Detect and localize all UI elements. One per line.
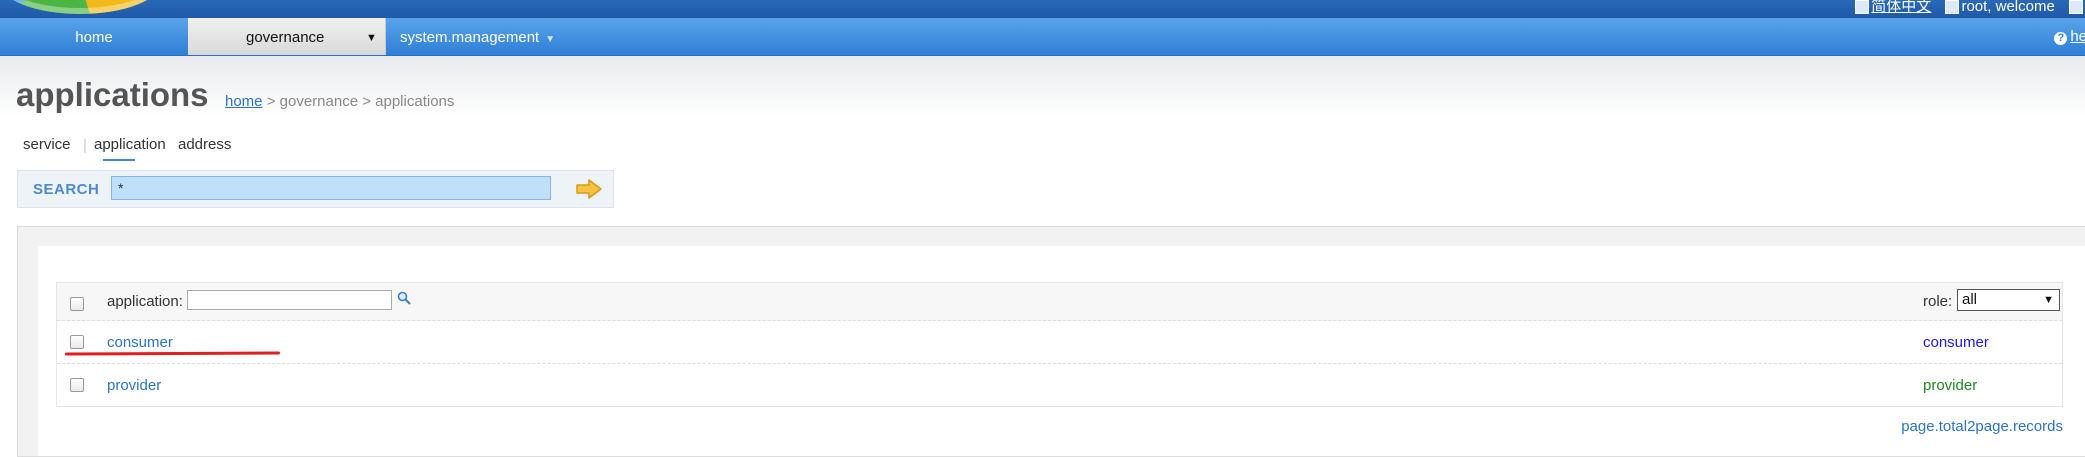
tab-service[interactable]: service <box>23 136 71 153</box>
tab-application[interactable]: application <box>94 136 166 153</box>
select-all-checkbox[interactable] <box>70 297 84 311</box>
top-links: 简体中文 root, welcome <box>1845 0 2085 16</box>
role-select[interactable]: all ▼ <box>1957 289 2060 311</box>
help-label: he <box>2070 28 2085 45</box>
search-icon[interactable] <box>397 291 411 305</box>
role-select-value: all <box>1962 291 1978 308</box>
user-icon <box>1945 0 1960 15</box>
active-tab-indicator <box>103 159 135 161</box>
main-nav: home governance ▼ system.management ▼ ? he <box>0 18 2085 56</box>
application-filter-label: application: <box>107 293 183 310</box>
welcome-text: root, welcome <box>1961 0 2055 15</box>
application-link[interactable]: consumer <box>107 334 173 351</box>
tab-address[interactable]: address <box>178 136 231 153</box>
help-link[interactable]: ? he <box>2054 28 2085 45</box>
chevron-down-icon: ▼ <box>2043 294 2054 306</box>
table-header: application: role: all ▼ <box>57 283 2062 321</box>
dropdown-arrow-icon: ▼ <box>366 32 377 44</box>
logo <box>0 0 160 14</box>
row-checkbox[interactable] <box>70 378 84 392</box>
search-label: SEARCH <box>33 181 100 198</box>
language-icon <box>1855 0 1870 15</box>
language-link[interactable]: 简体中文 <box>1871 0 1931 15</box>
row-checkbox[interactable] <box>70 335 84 349</box>
nav-governance-label: governance <box>246 29 325 46</box>
table-row: provider provider <box>57 364 2062 406</box>
top-banner: 简体中文 root, welcome <box>0 0 2085 18</box>
nav-governance[interactable]: governance ▼ <box>188 18 386 55</box>
breadcrumb-governance: governance <box>279 93 359 110</box>
applications-table: application: role: all ▼ consumer consum… <box>56 282 2063 407</box>
search-arrow-icon[interactable] <box>574 177 604 201</box>
application-filter-input[interactable] <box>187 290 392 310</box>
breadcrumb-sep: > <box>262 93 280 110</box>
nav-system-management[interactable]: system.management ▼ <box>400 18 580 55</box>
breadcrumb-sep: > <box>358 93 376 110</box>
role-value: provider <box>1923 377 1978 394</box>
breadcrumb-current: applications <box>375 93 455 110</box>
red-underline-annotation <box>64 351 281 356</box>
application-link[interactable]: provider <box>107 377 161 394</box>
role-value: consumer <box>1923 334 1989 351</box>
role-filter-label: role: <box>1923 293 1953 310</box>
search-bar: SEARCH <box>17 170 614 208</box>
search-input[interactable] <box>111 176 551 200</box>
pagination-text[interactable]: page.total2page.records <box>1901 418 2063 435</box>
breadcrumb: home > governance > applications <box>225 93 454 110</box>
help-icon: ? <box>2054 32 2068 45</box>
page-title: applications <box>16 76 209 113</box>
tab-separator: | <box>83 137 87 154</box>
logout-icon[interactable] <box>2069 0 2083 15</box>
nav-system-label: system.management <box>400 29 540 46</box>
dropdown-arrow-icon: ▼ <box>545 34 556 45</box>
nav-home[interactable]: home <box>0 18 188 55</box>
breadcrumb-home[interactable]: home <box>225 93 263 110</box>
table-row: consumer consumer <box>57 321 2062 364</box>
